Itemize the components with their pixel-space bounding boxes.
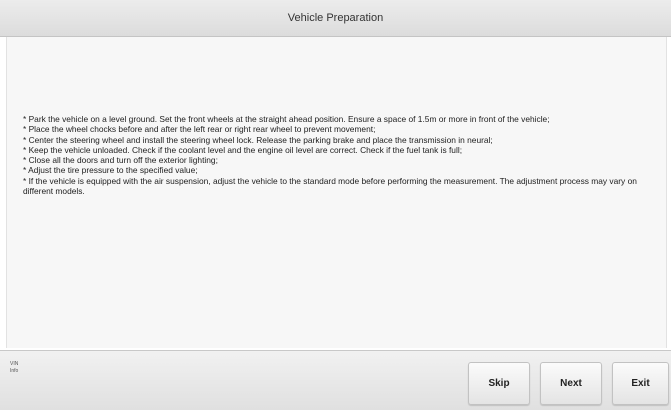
vin-label: VIN (10, 361, 19, 367)
bottom-toolbar: VIN Info Skip Next Exit (0, 350, 671, 410)
instruction-item: * Close all the doors and turn off the e… (23, 155, 218, 166)
instruction-item: * Adjust the tire pressure to the specif… (23, 165, 198, 176)
window-title: Vehicle Preparation (287, 12, 384, 24)
instruction-item: * Center the steering wheel and install … (23, 134, 493, 145)
next-button[interactable]: Next (540, 362, 602, 405)
info-label: Info (10, 368, 19, 374)
vehicle-info: VIN Info (10, 361, 18, 375)
app-window: Vehicle Preparation * Park the vehicle o… (0, 0, 671, 410)
exit-button[interactable]: Exit (612, 362, 669, 405)
instruction-list: * Park the vehicle on a level ground. Se… (23, 114, 663, 196)
instruction-item: * Park the vehicle on a level ground. Se… (23, 114, 550, 124)
instruction-item: * If the vehicle is equipped with the ai… (23, 175, 637, 197)
skip-button[interactable]: Skip (468, 362, 530, 405)
instruction-item: * Keep the vehicle unloaded. Check if th… (23, 144, 463, 155)
title-bar: Vehicle Preparation (0, 0, 671, 37)
instruction-item: * Place the wheel chocks before and afte… (23, 124, 376, 135)
